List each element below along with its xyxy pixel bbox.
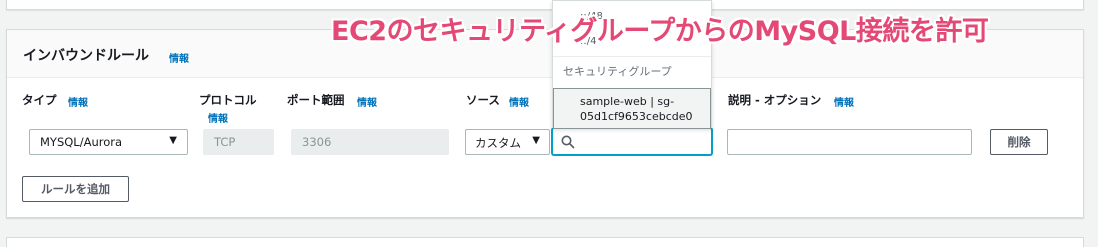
dropdown-option-security-group[interactable]: sample-web | sg- 05d1cf9653cebcde0	[553, 88, 711, 129]
caret-down-icon: ▼	[169, 135, 177, 146]
delete-button[interactable]: 削除	[990, 129, 1048, 155]
port-range-field: 3306	[291, 129, 449, 155]
protocol-field: TCP	[203, 129, 274, 155]
type-select-value: MYSQL/Aurora	[40, 135, 123, 149]
source-mode-value: カスタム	[475, 136, 521, 150]
description-input[interactable]	[727, 129, 972, 155]
option-line-2: 05d1cf9653cebcde0	[580, 110, 693, 123]
option-line-1: sample-web | sg-	[580, 95, 675, 108]
description-label: 説明 - オプション	[728, 93, 822, 107]
protocol-info-link[interactable]: 情報	[208, 110, 228, 125]
type-info-link[interactable]: 情報	[68, 94, 88, 109]
dropdown-divider	[553, 56, 711, 57]
source-label: ソース	[466, 93, 500, 107]
search-icon	[561, 135, 575, 149]
port-range-label: ポート範囲	[287, 93, 345, 107]
section-info-link[interactable]: 情報	[169, 50, 189, 65]
source-mode-select[interactable]: カスタム ▼	[465, 129, 550, 155]
protocol-label: プロトコル	[199, 93, 257, 107]
annotation-title: EC2のセキュリティグループからのMySQL接続を許可	[331, 16, 989, 47]
next-panel	[6, 237, 1084, 247]
source-search-input[interactable]	[552, 128, 712, 155]
source-info-link[interactable]: 情報	[509, 94, 529, 109]
caret-down-icon: ▼	[532, 135, 540, 146]
type-label: タイプ	[22, 93, 57, 107]
add-rule-button[interactable]: ルールを追加	[22, 176, 129, 202]
section-title: インバウンドルール	[23, 48, 149, 64]
port-range-info-link[interactable]: 情報	[357, 94, 377, 109]
description-info-link[interactable]: 情報	[834, 94, 854, 109]
dropdown-group-label: セキュリティグループ	[563, 65, 672, 78]
type-select[interactable]: MYSQL/Aurora ▼	[29, 129, 188, 155]
inbound-rules-card: インバウンドルール 情報	[6, 29, 1084, 218]
